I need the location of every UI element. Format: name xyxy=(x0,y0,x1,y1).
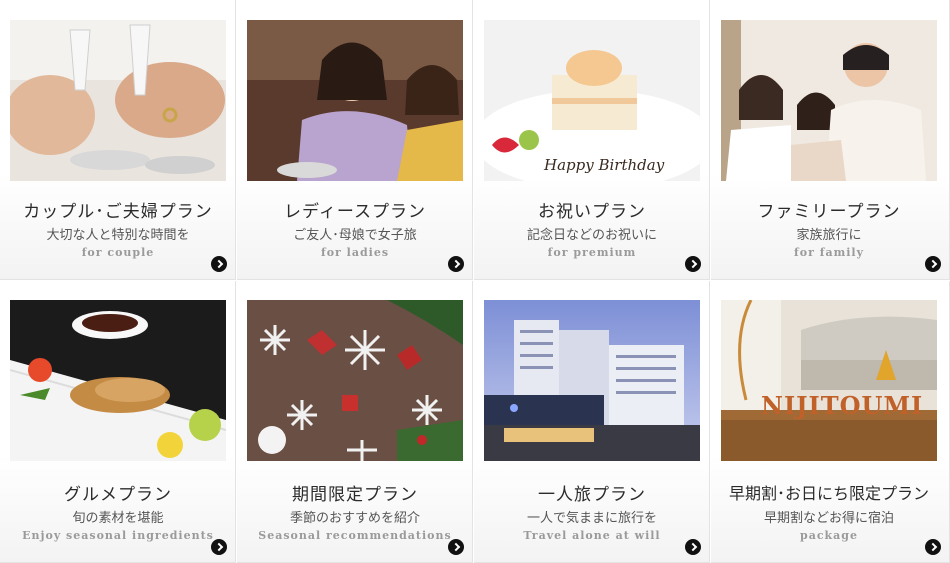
lobby-sign: NIJITOUMI xyxy=(761,391,923,420)
lobby-letters-photo: NIJITOUMI xyxy=(721,300,937,461)
plan-card-early[interactable]: NIJITOUMI 早期割･お日にち限定プラン 早期割などお得に宿泊 packa… xyxy=(711,281,950,563)
gourmet-dish-photo xyxy=(10,300,226,461)
plan-card-gourmet[interactable]: グルメプラン 旬の素材を堪能 Enjoy seasonal ingredient… xyxy=(0,281,236,563)
arrow-right-icon[interactable] xyxy=(211,539,227,555)
hotel-building-photo xyxy=(484,300,700,461)
plan-english: Enjoy seasonal ingredients xyxy=(22,529,214,542)
family-photo xyxy=(721,20,937,181)
plan-card-solo[interactable]: 一人旅プラン 一人で気ままに旅行を Travel alone at will xyxy=(474,281,710,563)
arrow-right-icon[interactable] xyxy=(211,256,227,272)
arrow-right-icon[interactable] xyxy=(925,256,941,272)
plan-card-premium[interactable]: Happy Birthday お祝いプラン 記念日などのお祝いに for pre… xyxy=(474,0,710,280)
champagne-toast-photo xyxy=(10,20,226,181)
cake-message: Happy Birthday xyxy=(543,156,665,174)
plan-english: Seasonal recommendations xyxy=(258,529,452,542)
christmas-decor-photo xyxy=(247,300,463,461)
arrow-right-icon[interactable] xyxy=(685,256,701,272)
plan-card-seasonal[interactable]: 期間限定プラン 季節のおすすめを紹介 Seasonal recommendati… xyxy=(237,281,473,563)
plan-title: 早期割･お日にち限定プラン xyxy=(728,484,929,503)
plan-title: グルメプラン xyxy=(64,485,172,505)
plan-card-ladies[interactable]: レディースプラン ご友人･母娘で女子旅 for ladies xyxy=(237,0,473,280)
plan-english: package xyxy=(800,529,858,542)
plan-subtitle: 一人で気ままに旅行を xyxy=(526,511,657,526)
plan-title: カップル･ご夫婦プラン xyxy=(23,202,213,222)
birthday-cake-photo: Happy Birthday xyxy=(484,20,700,181)
plan-english: Travel alone at will xyxy=(523,529,661,542)
plan-subtitle: 旬の素材を堪能 xyxy=(72,511,164,526)
plan-english: for premium xyxy=(547,246,637,259)
plan-english: for ladies xyxy=(320,246,390,259)
plan-subtitle: 早期割などお得に宿泊 xyxy=(763,511,894,526)
plan-title: お祝いプラン xyxy=(538,202,646,222)
plan-card-couple[interactable]: カップル･ご夫婦プラン 大切な人と特別な時間を for couple xyxy=(0,0,236,280)
plan-english: for couple xyxy=(81,246,155,259)
plan-english: for family xyxy=(794,246,864,259)
arrow-right-icon[interactable] xyxy=(448,539,464,555)
arrow-right-icon[interactable] xyxy=(448,256,464,272)
plan-title: 一人旅プラン xyxy=(538,485,646,505)
arrow-right-icon[interactable] xyxy=(925,539,941,555)
ladies-yukata-photo xyxy=(247,20,463,181)
plan-subtitle: 記念日などのお祝いに xyxy=(526,228,657,243)
plan-title: ファミリープラン xyxy=(757,202,901,222)
plan-card-family[interactable]: ファミリープラン 家族旅行に for family xyxy=(711,0,950,280)
plan-grid: カップル･ご夫婦プラン 大切な人と特別な時間を for couple レディース… xyxy=(0,0,950,563)
plan-subtitle: 家族旅行に xyxy=(796,228,862,243)
plan-subtitle: ご友人･母娘で女子旅 xyxy=(293,228,417,243)
plan-subtitle: 季節のおすすめを紹介 xyxy=(289,511,420,526)
plan-title: 期間限定プラン xyxy=(292,485,418,505)
plan-subtitle: 大切な人と特別な時間を xyxy=(46,228,190,243)
plan-title: レディースプラン xyxy=(284,202,426,222)
arrow-right-icon[interactable] xyxy=(685,539,701,555)
